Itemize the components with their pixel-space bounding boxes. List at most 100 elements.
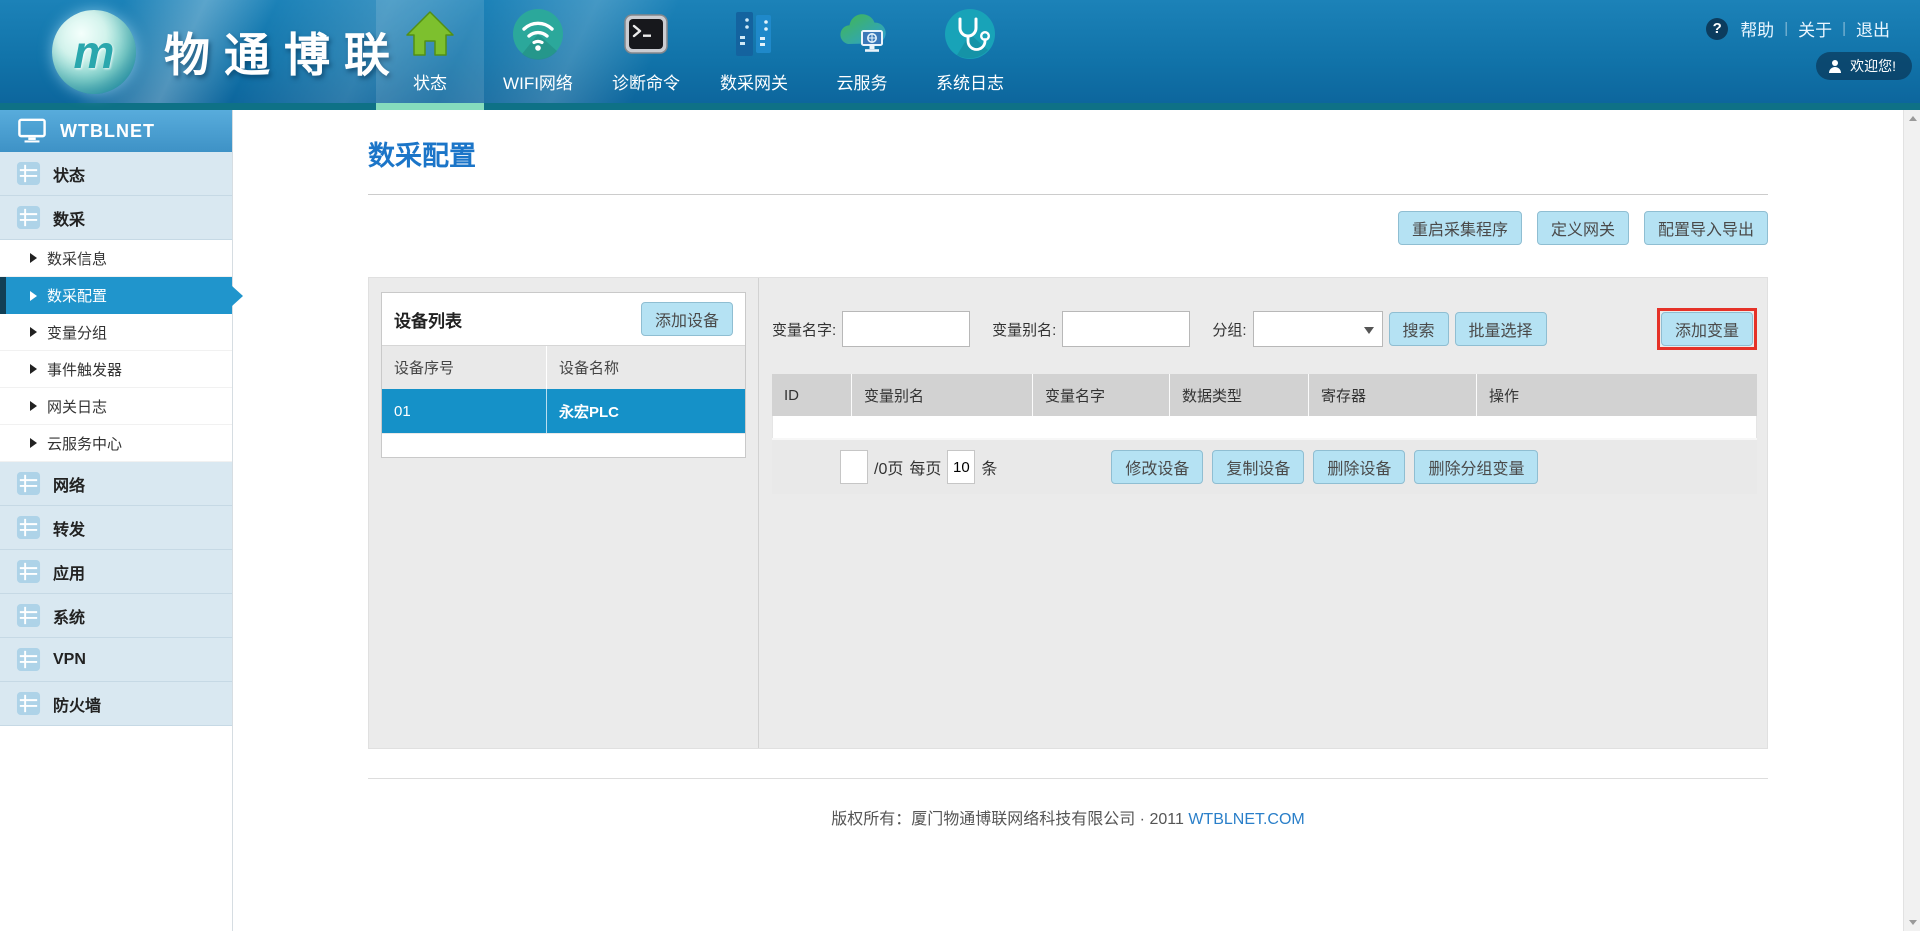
- brand-logo: m 物通博联: [52, 10, 404, 94]
- sidebar-item-dataacq-info[interactable]: 数采信息: [0, 240, 232, 277]
- group-label: 分组:: [1212, 319, 1246, 340]
- col-register: 寄存器: [1309, 374, 1477, 416]
- device-list-header: 设备列表 添加设备: [382, 293, 745, 345]
- nav-tab-status[interactable]: 状态: [376, 0, 484, 103]
- col-actions: 操作: [1477, 374, 1757, 416]
- link-separator: |: [1842, 20, 1846, 37]
- copy-device-button[interactable]: 复制设备: [1212, 450, 1304, 484]
- sidebar-item-network[interactable]: 网络: [0, 462, 232, 506]
- device-row[interactable]: 01 永宏PLC: [382, 389, 745, 433]
- page-number-input[interactable]: [840, 450, 868, 484]
- footer-site-link[interactable]: WTBLNET.COM: [1188, 811, 1304, 828]
- nav-tab-label: 诊断命令: [612, 69, 680, 94]
- variable-name-input[interactable]: [842, 311, 970, 347]
- add-device-button[interactable]: 添加设备: [641, 302, 733, 336]
- variable-alias-input[interactable]: [1062, 311, 1190, 347]
- define-gateway-button[interactable]: 定义网关: [1537, 211, 1629, 245]
- help-link[interactable]: 帮助: [1740, 16, 1774, 41]
- sidebar-item-vpn[interactable]: VPN: [0, 638, 232, 682]
- nav-tab-label: 系统日志: [936, 69, 1004, 94]
- triangle-down-icon: [1909, 920, 1917, 925]
- globe-logo-icon: m: [52, 10, 136, 94]
- sidebar-item-system[interactable]: 系统: [0, 594, 232, 638]
- divider: [368, 194, 1768, 195]
- nav-tab-cloud[interactable]: 云服务: [808, 0, 916, 103]
- gateway-servers-icon: [728, 8, 780, 60]
- page: m 物通博联 状态 WIFI网络: [0, 0, 1920, 931]
- sidebar-item-firewall[interactable]: 防火墙: [0, 682, 232, 726]
- logout-link[interactable]: 退出: [1856, 16, 1890, 41]
- add-variable-button[interactable]: 添加变量: [1661, 312, 1753, 346]
- search-button[interactable]: 搜索: [1389, 312, 1449, 346]
- caret-right-icon: [30, 401, 37, 411]
- scroll-down-arrow[interactable]: [1904, 914, 1920, 931]
- home-icon: [404, 8, 456, 60]
- device-empty-row: [382, 433, 745, 457]
- sidebar-item-label: 数采: [53, 206, 85, 230]
- terminal-icon: [620, 8, 672, 60]
- sidebar-brand: WTBLNET: [0, 110, 232, 152]
- sidebar-item-label: 云服务中心: [47, 433, 122, 454]
- sidebar-item-cloud-center[interactable]: 云服务中心: [0, 425, 232, 462]
- variables-column: 变量名字: 变量别名: 分组: 搜索 批量选择 添加变量: [759, 278, 1767, 748]
- welcome-user-chip[interactable]: 欢迎您!: [1816, 52, 1912, 80]
- caret-right-icon: [30, 253, 37, 263]
- config-import-export-button[interactable]: 配置导入导出: [1644, 211, 1768, 245]
- col-name: 变量名字: [1033, 374, 1170, 416]
- sidebar-item-gateway-log[interactable]: 网关日志: [0, 388, 232, 425]
- page-count-text: /0页: [874, 455, 903, 479]
- device-col-serial: 设备序号: [382, 357, 546, 378]
- sidebar-item-event-trigger[interactable]: 事件触发器: [0, 351, 232, 388]
- footer-divider: [368, 778, 1768, 779]
- sidebar-item-dataacq-config[interactable]: 数采配置: [0, 277, 232, 314]
- grid-icon: [16, 603, 41, 628]
- sidebar-item-label: 数采信息: [47, 248, 107, 269]
- nav-tab-diagnostics[interactable]: 诊断命令: [592, 0, 700, 103]
- logo-monogram: m: [74, 25, 115, 79]
- brand-name: 物通博联: [164, 19, 404, 85]
- per-page-input[interactable]: [947, 450, 975, 484]
- sidebar: WTBLNET 状态 数采 数采信息: [0, 110, 233, 931]
- delete-group-variables-button[interactable]: 删除分组变量: [1414, 450, 1538, 484]
- sidebar-item-application[interactable]: 应用: [0, 550, 232, 594]
- device-list-title: 设备列表: [394, 307, 462, 332]
- grid-icon: [16, 647, 41, 672]
- variable-filter-bar: 变量名字: 变量别名: 分组: 搜索 批量选择 添加变量: [772, 308, 1757, 350]
- app-header: m 物通博联 状态 WIFI网络: [0, 0, 1920, 110]
- footer: 版权所有：厦门物通博联网络科技有限公司 · 2011 WTBLNET.COM: [368, 805, 1768, 829]
- variables-table-header: ID 变量别名 变量名字 数据类型 寄存器 操作: [772, 374, 1757, 416]
- grid-icon: [16, 161, 41, 186]
- sidebar-item-label: 数采配置: [47, 285, 107, 306]
- sidebar-item-forwarding[interactable]: 转发: [0, 506, 232, 550]
- sidebar-item-dataacq[interactable]: 数采: [0, 196, 232, 240]
- main-nav: 状态 WIFI网络: [376, 0, 1024, 103]
- sidebar-item-label: 系统: [53, 604, 85, 628]
- restart-collector-button[interactable]: 重启采集程序: [1398, 211, 1522, 245]
- scroll-up-arrow[interactable]: [1904, 110, 1920, 127]
- sidebar-item-variable-group[interactable]: 变量分组: [0, 314, 232, 351]
- vertical-scrollbar[interactable]: [1903, 110, 1920, 931]
- delete-device-button[interactable]: 删除设备: [1313, 450, 1405, 484]
- about-link[interactable]: 关于: [1798, 16, 1832, 41]
- group-select[interactable]: [1253, 311, 1383, 347]
- nav-tab-wifi[interactable]: WIFI网络: [484, 0, 592, 103]
- col-datatype: 数据类型: [1170, 374, 1309, 416]
- device-col-name: 设备名称: [546, 346, 745, 389]
- unit-label: 条: [981, 455, 997, 479]
- nav-tab-label: 云服务: [837, 69, 888, 94]
- nav-tab-syslog[interactable]: 系统日志: [916, 0, 1024, 103]
- device-column: 设备列表 添加设备 设备序号 设备名称 01 永宏PLC: [369, 278, 759, 748]
- modify-device-button[interactable]: 修改设备: [1111, 450, 1203, 484]
- variable-name-label: 变量名字:: [772, 319, 836, 340]
- sidebar-item-label: 转发: [53, 516, 85, 540]
- nav-tab-label: 数采网关: [720, 69, 788, 94]
- top-links: ? 帮助 | 关于 | 退出: [1706, 16, 1890, 41]
- sidebar-item-label: 变量分组: [47, 322, 107, 343]
- nav-tab-gateway[interactable]: 数采网关: [700, 0, 808, 103]
- sidebar-item-status[interactable]: 状态: [0, 152, 232, 196]
- triangle-up-icon: [1909, 116, 1917, 121]
- caret-right-icon: [30, 438, 37, 448]
- per-page-label: 每页: [909, 455, 941, 479]
- batch-select-button[interactable]: 批量选择: [1455, 312, 1547, 346]
- col-alias: 变量别名: [852, 374, 1033, 416]
